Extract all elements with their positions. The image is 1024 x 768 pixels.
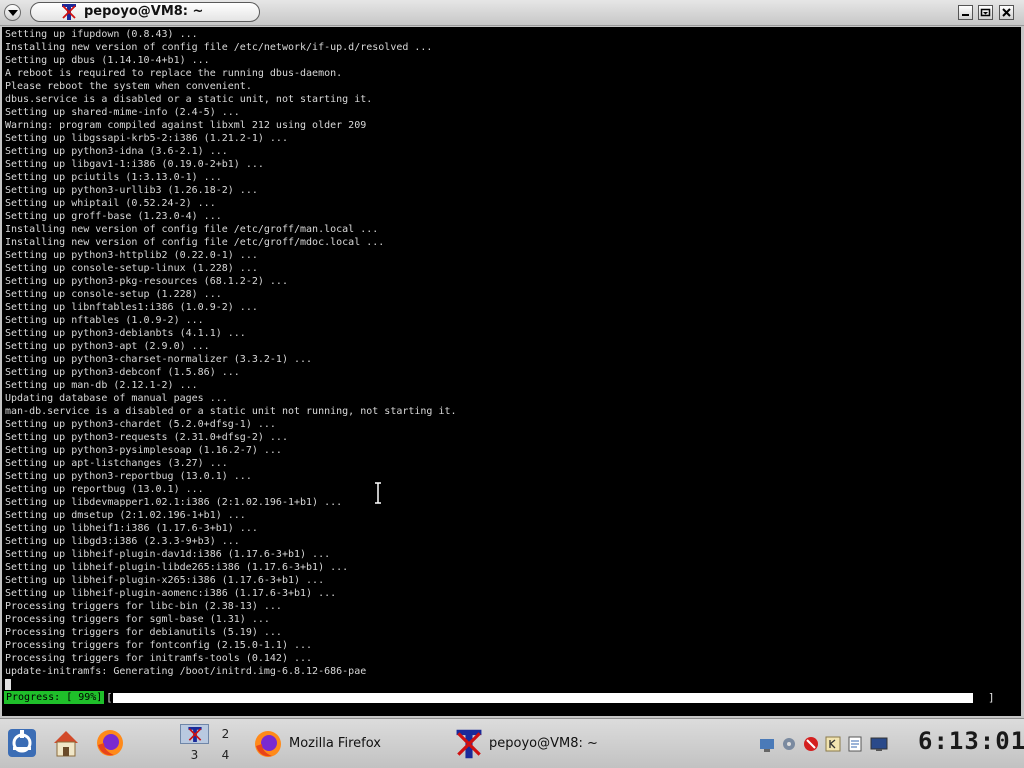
terminal-line: update-initramfs: Generating /boot/initr… — [5, 666, 367, 677]
terminal-icon — [456, 729, 482, 759]
terminal-line: Setting up whiptail (0.52.24-2) ... — [5, 198, 216, 209]
close-icon — [1002, 8, 1011, 17]
terminal-line: Setting up pciutils (1:3.13.0-1) ... — [5, 172, 222, 183]
terminal-line: Setting up reportbug (13.0.1) ... — [5, 484, 204, 495]
terminal-cursor — [5, 679, 11, 690]
terminal-output[interactable]: Setting up ifupdown (0.8.43) ... Installi… — [2, 27, 1021, 716]
terminal-line: Setting up python3-debianbts (4.1.1) ... — [5, 328, 246, 339]
terminal-line: Setting up python3-pysimplesoap (1.16.2-… — [5, 445, 282, 456]
task-label-terminal: pepoyo@VM8: ~ — [489, 736, 598, 751]
i-beam-cursor-icon — [375, 482, 381, 504]
terminal-line: Setting up shared-mime-info (2.4-5) ... — [5, 107, 240, 118]
terminal-line: Setting up python3-requests (2.31.0+dfsg… — [5, 432, 288, 443]
progress-label: Progress: [ 99%] — [4, 691, 105, 704]
terminal-line: Setting up libheif-plugin-libde265:i386 … — [5, 562, 349, 573]
terminal-line: Setting up python3-idna (3.6-2.1) ... — [5, 146, 228, 157]
terminal-line: Installing new version of config file /e… — [5, 237, 385, 248]
terminal-line: Setting up man-db (2.12.1-2) ... — [5, 380, 198, 391]
tools-icon[interactable] — [780, 735, 798, 753]
minimize-icon — [962, 14, 969, 16]
progress-bracket-close: ] — [988, 691, 995, 704]
terminal-lines: Setting up ifupdown (0.8.43) ... Installi… — [5, 28, 457, 678]
firefox-icon — [255, 731, 281, 757]
window-menu-button[interactable] — [4, 4, 21, 21]
terminal-line: Setting up dmsetup (2:1.02.196-1+b1) ... — [5, 510, 246, 521]
progress-bracket-open: [ — [106, 691, 113, 704]
task-firefox[interactable]: Mozilla Firefox — [250, 727, 440, 761]
terminal-window: pepoyo@VM8: ~ Setting up ifupdown (0.8.4… — [0, 0, 1024, 718]
window-title-pill[interactable]: pepoyo@VM8: ~ — [30, 2, 260, 22]
task-terminal[interactable]: pepoyo@VM8: ~ — [452, 727, 652, 761]
terminal-line: Setting up nftables (1.0.9-2) ... — [5, 315, 204, 326]
window-titlebar[interactable]: pepoyo@VM8: ~ — [0, 0, 1024, 26]
terminal-line: Setting up libgav1-1:i386 (0.19.0-2+b1) … — [5, 159, 264, 170]
terminal-line: Processing triggers for sgml-base (1.31)… — [5, 614, 270, 625]
clipboard-icon[interactable] — [846, 735, 864, 753]
pager-desktop-2[interactable]: 2 — [211, 724, 240, 744]
home-folder-icon[interactable] — [50, 727, 82, 759]
terminal-line: Setting up ifupdown (0.8.43) ... — [5, 29, 198, 40]
terminal-line: Warning: program compiled against libxml… — [5, 120, 367, 131]
terminal-line: Setting up console-setup-linux (1.228) .… — [5, 263, 258, 274]
terminal-line: Setting up libheif-plugin-x265:i386 (1.1… — [5, 575, 325, 586]
terminal-line: Please reboot the system when convenient… — [5, 81, 252, 92]
terminal-line: dbus.service is a disabled or a static u… — [5, 94, 373, 105]
terminal-line: Setting up dbus (1.14.10-4+b1) ... — [5, 55, 210, 66]
clock[interactable]: 6:13:01 — [918, 727, 1024, 755]
window-title: pepoyo@VM8: ~ — [84, 4, 204, 19]
pager-desktop-1[interactable] — [180, 724, 209, 744]
keyboard-layout-icon[interactable] — [824, 735, 842, 753]
terminal-line: Setting up libgssapi-krb5-2:i386 (1.21.2… — [5, 133, 288, 144]
terminal-line: Processing triggers for debianutils (5.1… — [5, 627, 282, 638]
terminal-line: Installing new version of config file /e… — [5, 224, 379, 235]
terminal-line: Setting up libnftables1:i386 (1.0.9-2) .… — [5, 302, 258, 313]
taskbar: 2 3 4 Mozilla Firefox pepoyo@VM8: ~ 6:13… — [0, 718, 1024, 768]
terminal-line: Setting up python3-httplib2 (0.22.0-1) .… — [5, 250, 258, 261]
terminal-line: Setting up python3-debconf (1.5.86) ... — [5, 367, 240, 378]
terminal-line: Setting up libgd3:i386 (2.3.3-9+b3) ... — [5, 536, 240, 547]
terminal-line: Setting up libheif-plugin-aomenc:i386 (1… — [5, 588, 337, 599]
network-icon[interactable] — [758, 735, 776, 753]
terminal-line: A reboot is required to replace the runn… — [5, 68, 343, 79]
terminal-line: Setting up python3-charset-normalizer (3… — [5, 354, 313, 365]
close-button[interactable] — [999, 5, 1014, 20]
terminal-line: man-db.service is a disabled or a static… — [5, 406, 457, 417]
terminal-line: Processing triggers for libc-bin (2.38-1… — [5, 601, 282, 612]
maximize-button[interactable] — [978, 5, 993, 20]
firefox-launcher-icon[interactable] — [94, 727, 126, 759]
terminal-line: Setting up apt-listchanges (3.27) ... — [5, 458, 228, 469]
pager-desktop-4[interactable]: 4 — [211, 745, 240, 765]
display-icon[interactable] — [870, 735, 888, 753]
terminal-line: Processing triggers for fontconfig (2.15… — [5, 640, 313, 651]
terminal-line: Setting up groff-base (1.23.0-4) ... — [5, 211, 222, 222]
terminal-line: Setting up libdevmapper1.02.1:i386 (2:1.… — [5, 497, 343, 508]
kde-menu-icon[interactable] — [6, 727, 38, 759]
terminal-line: Installing new version of config file /e… — [5, 42, 433, 53]
terminal-line: Setting up python3-chardet (5.2.0+dfsg-1… — [5, 419, 276, 430]
terminal-line: Updating database of manual pages ... — [5, 393, 228, 404]
task-label-firefox: Mozilla Firefox — [289, 736, 381, 751]
terminal-app-icon — [62, 4, 76, 20]
terminal-line: Setting up console-setup (1.228) ... — [5, 289, 222, 300]
minimize-button[interactable] — [958, 5, 973, 20]
desktop-pager: 2 3 4 — [178, 723, 242, 765]
terminal-line: Setting up libheif1:i386 (1.17.6-3+b1) .… — [5, 523, 258, 534]
restore-icon — [980, 8, 991, 17]
blocked-icon[interactable] — [802, 735, 820, 753]
terminal-line: Setting up python3-apt (2.9.0) ... — [5, 341, 210, 352]
progress-bar — [113, 693, 982, 703]
terminal-line: Setting up libheif-plugin-dav1d:i386 (1.… — [5, 549, 331, 560]
terminal-line: Setting up python3-reportbug (13.0.1) ..… — [5, 471, 252, 482]
progress-bar-fill — [113, 693, 974, 703]
pager-desktop-3[interactable]: 3 — [180, 745, 209, 765]
terminal-line: Setting up python3-pkg-resources (68.1.2… — [5, 276, 288, 287]
terminal-line: Setting up python3-urllib3 (1.26.18-2) .… — [5, 185, 258, 196]
terminal-line: Processing triggers for initramfs-tools … — [5, 653, 313, 664]
terminal-app-icon — [187, 726, 202, 743]
